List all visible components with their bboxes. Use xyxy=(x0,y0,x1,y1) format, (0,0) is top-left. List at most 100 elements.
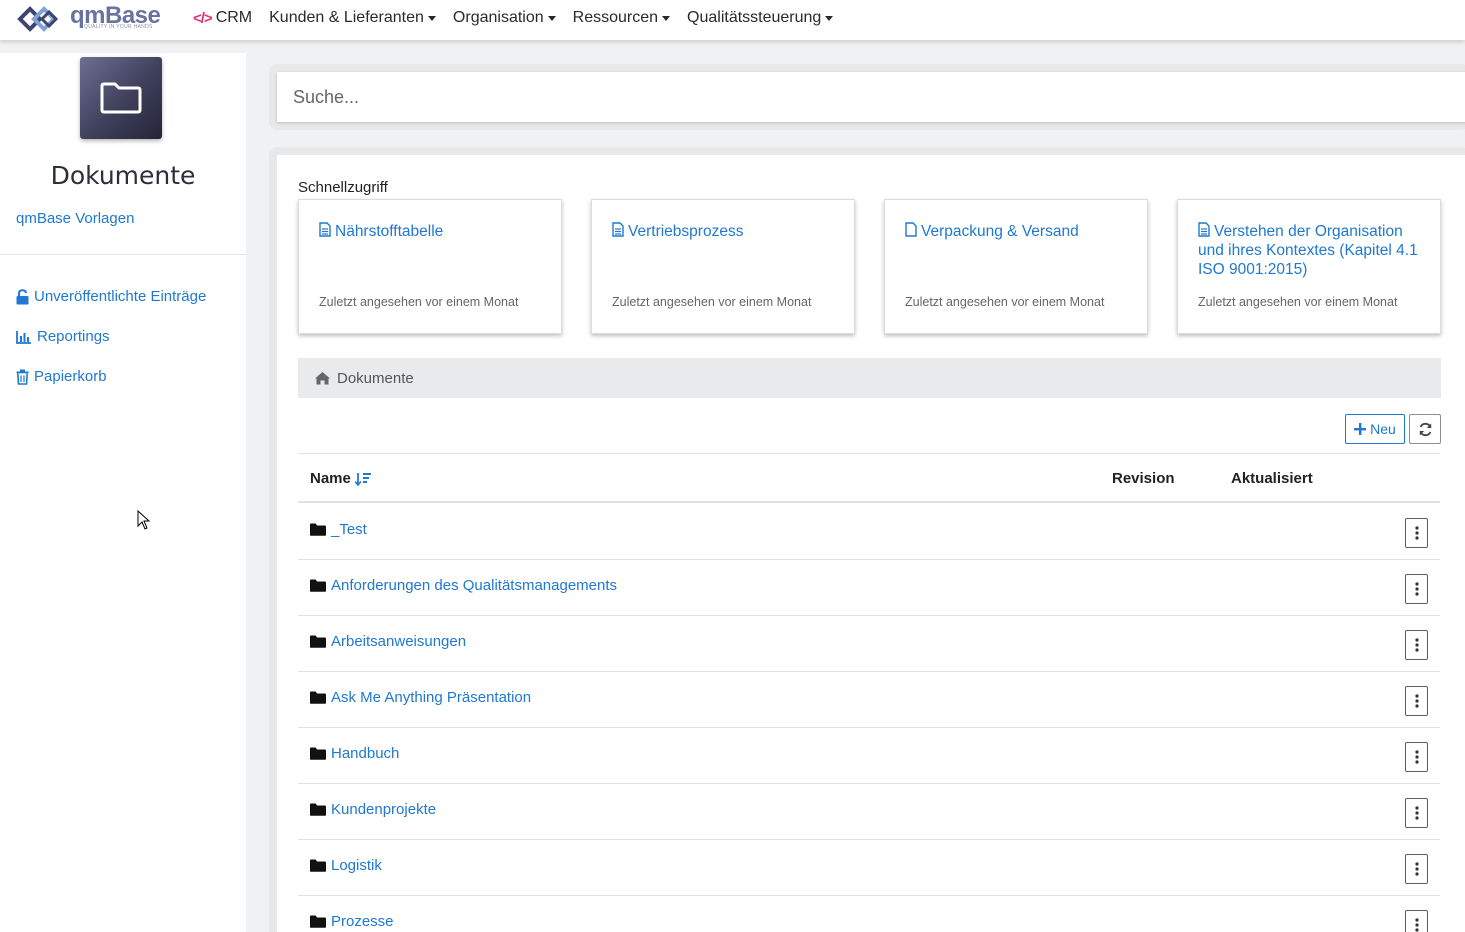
main-nav: </> CRM Kunden & Lieferanten Organisatio… xyxy=(193,0,850,36)
folder-icon xyxy=(310,747,326,760)
row-actions-button[interactable] xyxy=(1405,686,1428,716)
folder-link[interactable]: Anforderungen des Qualitätsmanagements xyxy=(310,577,617,594)
nav-ressourcen[interactable]: Ressourcen xyxy=(573,9,671,27)
quick-access-card-title[interactable]: Verpackung & Versand xyxy=(905,222,1133,241)
folder-link[interactable]: Kundenprojekte xyxy=(310,801,436,818)
breadcrumb-home-label[interactable]: Dokumente xyxy=(337,370,414,387)
sidebar-item-unpublished[interactable]: Unveröffentlichte Einträge xyxy=(16,288,206,305)
row-actions-button[interactable] xyxy=(1405,742,1428,772)
quick-access-card-subtitle: Zuletzt angesehen vor einem Monat xyxy=(1198,295,1398,309)
caret-down-icon xyxy=(547,16,556,21)
column-header-name[interactable]: Name xyxy=(310,470,371,487)
table-header: Name Revision Aktualisiert xyxy=(298,453,1440,503)
kebab-menu-icon xyxy=(1414,918,1419,932)
sidebar-item-reportings[interactable]: Reportings xyxy=(16,328,110,345)
sidebar: Dokumente qmBase Vorlagen Unveröffentlic… xyxy=(0,53,246,932)
sidebar-item-label: Papierkorb xyxy=(34,368,107,385)
quick-access-card[interactable]: Verpackung & Versand Zuletzt angesehen v… xyxy=(884,199,1148,334)
nav-crm[interactable]: </> CRM xyxy=(193,9,252,27)
mouse-cursor-icon xyxy=(137,510,151,530)
sidebar-divider xyxy=(0,254,246,255)
nav-label: Kunden & Lieferanten xyxy=(269,9,424,26)
folder-name: Kundenprojekte xyxy=(331,801,437,818)
row-actions-button[interactable] xyxy=(1405,518,1428,548)
column-header-label: Name xyxy=(310,470,351,487)
quick-access-card-title[interactable]: Nährstofftabelle xyxy=(319,222,547,241)
folder-link[interactable]: Handbuch xyxy=(310,745,399,762)
document-icon xyxy=(319,222,331,237)
table-row: Kundenprojekte xyxy=(298,784,1440,840)
sidebar-title: Dokumente xyxy=(50,161,196,190)
quick-access-card[interactable]: Verstehen der Organisation und ihres Kon… xyxy=(1177,199,1441,334)
folder-icon xyxy=(310,691,326,704)
table-row: _Test xyxy=(298,504,1440,560)
table-row: Arbeitsanweisungen xyxy=(298,616,1440,672)
folder-icon xyxy=(310,803,326,816)
folder-name: Anforderungen des Qualitätsmanagements xyxy=(331,577,618,594)
quick-access-card-title-text: Vertriebsprozess xyxy=(628,223,744,240)
table-row: Anforderungen des Qualitätsmanagements xyxy=(298,560,1440,616)
row-actions-button[interactable] xyxy=(1405,630,1428,660)
quick-access-card-subtitle: Zuletzt angesehen vor einem Monat xyxy=(905,295,1105,309)
row-actions-button[interactable] xyxy=(1405,574,1428,604)
quick-access-card[interactable]: Vertriebsprozess Zuletzt angesehen vor e… xyxy=(591,199,855,334)
column-header-label: Aktualisiert xyxy=(1231,470,1313,487)
brand-tagline: QUALITY IN YOUR HANDS xyxy=(84,24,153,30)
nav-kunden-lieferanten[interactable]: Kunden & Lieferanten xyxy=(269,9,436,27)
kebab-menu-icon xyxy=(1414,582,1419,596)
row-actions-button[interactable] xyxy=(1405,798,1428,828)
folder-name: Logistik xyxy=(331,857,382,874)
folder-icon xyxy=(310,523,326,536)
table-row: Ask Me Anything Präsentation xyxy=(298,672,1440,728)
caret-down-icon xyxy=(662,16,671,21)
brand-logo[interactable]: qmBase QUALITY IN YOUR HANDS xyxy=(16,2,161,36)
home-icon[interactable] xyxy=(314,371,331,385)
nav-label: Organisation xyxy=(452,9,544,26)
search-input[interactable] xyxy=(277,72,1465,122)
sidebar-item-papierkorb[interactable]: Papierkorb xyxy=(16,368,107,385)
row-actions-button[interactable] xyxy=(1405,910,1428,932)
quick-access-card-title[interactable]: Vertriebsprozess xyxy=(612,222,840,241)
folder-name: Prozesse xyxy=(331,913,394,930)
kebab-menu-icon xyxy=(1414,862,1419,876)
qmbase-logo-icon xyxy=(17,6,59,32)
folder-link[interactable]: Prozesse xyxy=(310,913,394,930)
kebab-menu-icon xyxy=(1414,526,1419,540)
quick-access-card-title-text: Nährstofftabelle xyxy=(335,223,444,240)
quick-access-card-subtitle: Zuletzt angesehen vor einem Monat xyxy=(612,295,812,309)
folder-icon xyxy=(310,635,326,648)
quick-access-card-title-text: Verstehen der Organisation und ihres Kon… xyxy=(1198,223,1418,278)
quick-access-card-subtitle: Zuletzt angesehen vor einem Monat xyxy=(319,295,519,309)
folder-link[interactable]: Logistik xyxy=(310,857,382,874)
folder-link[interactable]: Ask Me Anything Präsentation xyxy=(310,689,531,706)
row-actions-button[interactable] xyxy=(1405,854,1428,884)
kebab-menu-icon xyxy=(1414,638,1419,652)
bar-chart-icon xyxy=(16,330,31,344)
nav-qualitaetssteuerung[interactable]: Qualitätssteuerung xyxy=(687,9,834,27)
quick-access-card-title[interactable]: Verstehen der Organisation und ihres Kon… xyxy=(1198,222,1426,279)
document-icon xyxy=(612,222,624,237)
quick-access-card-title-text: Verpackung & Versand xyxy=(921,223,1079,240)
folder-name: Arbeitsanweisungen xyxy=(331,633,467,650)
kebab-menu-icon xyxy=(1414,694,1419,708)
code-icon: </> xyxy=(193,9,213,27)
caret-down-icon xyxy=(427,16,436,21)
nav-organisation[interactable]: Organisation xyxy=(453,9,556,27)
nav-crm-label: CRM xyxy=(215,9,253,26)
table-row: Logistik xyxy=(298,840,1440,896)
refresh-icon xyxy=(1419,422,1431,436)
module-folder-tile xyxy=(80,57,162,139)
folder-link[interactable]: _Test xyxy=(310,521,367,538)
refresh-button[interactable] xyxy=(1409,414,1441,444)
qmbase-vorlagen-link[interactable]: qmBase Vorlagen xyxy=(16,210,134,227)
quick-access-card[interactable]: Nährstofftabelle Zuletzt angesehen vor e… xyxy=(298,199,562,334)
sort-descending-icon xyxy=(354,472,371,486)
column-header-updated[interactable]: Aktualisiert xyxy=(1231,470,1313,487)
folder-link[interactable]: Arbeitsanweisungen xyxy=(310,633,466,650)
folder-name: _Test xyxy=(331,521,367,538)
column-header-revision[interactable]: Revision xyxy=(1112,470,1175,487)
quick-access-label: Schnellzugriff xyxy=(298,179,388,196)
trash-icon xyxy=(16,369,29,385)
breadcrumb: Dokumente xyxy=(298,358,1441,398)
new-button[interactable]: Neu xyxy=(1345,414,1405,444)
